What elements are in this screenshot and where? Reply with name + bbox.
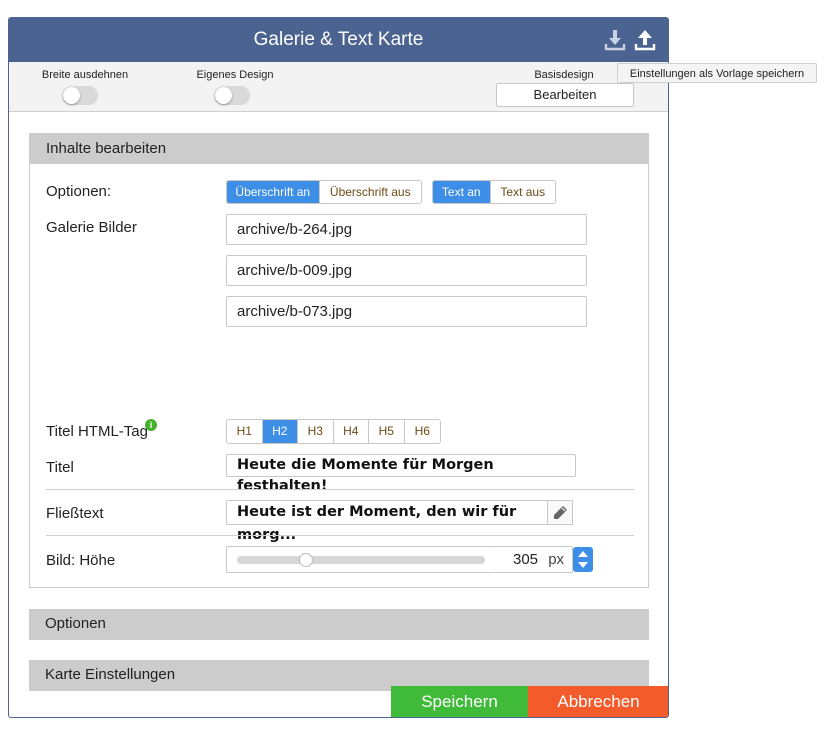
own-design-label: Eigenes Design <box>196 69 274 81</box>
save-button[interactable]: Speichern <box>391 686 528 717</box>
slider-thumb[interactable] <box>299 553 314 567</box>
tag-h3-button[interactable]: H3 <box>298 420 334 443</box>
tag-h6-button[interactable]: H6 <box>405 420 440 443</box>
text-toggle-group: Text an Text aus <box>432 180 556 204</box>
divider <box>46 489 634 490</box>
expand-width-label: Breite ausdehnen <box>41 69 129 81</box>
body-text-label: Fließtext <box>46 505 104 522</box>
base-design-edit-button[interactable]: Bearbeiten <box>496 83 634 107</box>
divider <box>46 535 634 536</box>
gallery-image-field[interactable]: archive/b-009.jpg <box>226 255 587 286</box>
title-tag-group: H1 H2 H3 H4 H5 H6 <box>226 419 441 444</box>
heading-off-button[interactable]: Überschrift aus <box>320 181 421 203</box>
card-settings-dialog: Galerie & Text Karte Breite ausdehnen Ei… <box>8 17 669 718</box>
tag-h4-button[interactable]: H4 <box>334 420 369 443</box>
dialog-toolbar: Breite ausdehnen Eigenes Design Basisdes… <box>9 62 668 112</box>
download-icon[interactable] <box>603 28 627 52</box>
cancel-button[interactable]: Abbrechen <box>528 686 668 717</box>
content-section-header[interactable]: Inhalte bearbeiten <box>30 134 648 164</box>
image-height-stepper[interactable] <box>573 547 593 572</box>
expand-width-toggle[interactable] <box>62 86 98 105</box>
title-input[interactable]: Heute die Momente für Morgen festhalten! <box>226 454 576 494</box>
dialog-title: Galerie & Text Karte <box>253 29 424 50</box>
image-height-label: Bild: Höhe <box>46 552 116 569</box>
title-label: Titel <box>46 459 74 476</box>
image-height-input[interactable]: 305 px <box>495 546 573 573</box>
image-height-unit: px <box>548 551 565 568</box>
image-height-value: 305 <box>513 551 539 568</box>
dialog-header: Galerie & Text Karte <box>9 18 668 62</box>
gallery-image-field[interactable]: archive/b-264.jpg <box>226 214 587 245</box>
pencil-icon <box>552 505 568 526</box>
base-design-label: Basisdesign <box>534 69 594 81</box>
gallery-image-field[interactable]: archive/b-073.jpg <box>226 296 587 327</box>
info-icon[interactable]: i <box>145 419 157 431</box>
tag-h2-button[interactable]: H2 <box>262 420 298 443</box>
body-text-input[interactable]: Heute ist der Moment, den wir für morg..… <box>226 500 548 543</box>
title-html-tag-label: Titel HTML-Tag <box>46 423 148 440</box>
options-label: Optionen: <box>46 183 112 200</box>
tag-h1-button[interactable]: H1 <box>227 420 263 443</box>
own-design-toggle[interactable] <box>214 86 250 105</box>
tag-h5-button[interactable]: H5 <box>369 420 405 443</box>
text-on-button[interactable]: Text an <box>433 181 491 203</box>
edit-text-button[interactable] <box>547 500 573 525</box>
heading-on-button[interactable]: Überschrift an <box>227 181 320 203</box>
content-section: Inhalte bearbeiten Optionen: Überschrift… <box>29 133 649 588</box>
image-height-slider[interactable] <box>226 546 496 573</box>
heading-toggle-group: Überschrift an Überschrift aus <box>226 180 422 204</box>
options-section-header[interactable]: Optionen <box>29 609 649 640</box>
text-off-button[interactable]: Text aus <box>491 181 555 203</box>
stepper-arrows-icon <box>578 551 588 568</box>
upload-icon[interactable] <box>633 28 657 52</box>
save-as-template-tooltip: Einstellungen als Vorlage speichern <box>617 63 817 83</box>
gallery-images-label: Galerie Bilder <box>46 219 137 236</box>
slider-track <box>237 556 485 564</box>
